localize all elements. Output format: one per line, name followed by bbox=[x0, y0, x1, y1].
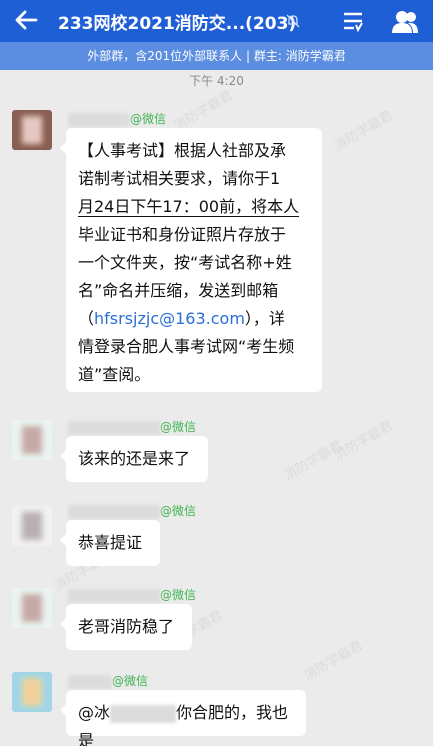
avatar[interactable] bbox=[12, 672, 52, 712]
mute-icon bbox=[286, 14, 300, 28]
message-line: 诺制考试相关要求，请你于1 bbox=[78, 169, 281, 188]
sender-name: @微信 bbox=[68, 586, 196, 603]
avatar[interactable] bbox=[12, 110, 52, 150]
message-line: 名”命名并压缩，发送到邮箱 bbox=[78, 281, 279, 300]
avatar[interactable] bbox=[12, 506, 52, 546]
menu-icon[interactable] bbox=[342, 10, 364, 32]
chat-title[interactable]: 233网校2021消防交...(203) bbox=[58, 9, 296, 34]
chat-header: 233网校2021消防交...(203) bbox=[0, 0, 433, 42]
message-bubble[interactable]: 该来的还是来了 bbox=[60, 436, 208, 482]
message-line: 情登录合肥人事考试网“考生频 bbox=[78, 337, 295, 356]
message-bubble[interactable]: 恭喜提证 bbox=[60, 520, 160, 566]
message-line: （hfsrsjzjc@163.com），详 bbox=[78, 309, 285, 328]
timestamp: 下午 4:20 bbox=[189, 74, 244, 88]
watermark: 消防学霸君 bbox=[331, 108, 396, 154]
sender-name: @微信 bbox=[68, 672, 148, 689]
message-bubble[interactable]: @冰 你合肥的，我也是 bbox=[60, 690, 306, 746]
message-line: 毕业证书和身份证照片存放于 bbox=[78, 225, 287, 244]
message-line: 一个文件夹，按“考试名称+姓 bbox=[78, 253, 292, 272]
message-line: 月24日下午17：00前，将本人 bbox=[78, 197, 300, 217]
avatar[interactable] bbox=[12, 420, 52, 460]
sender-name: @微信 bbox=[68, 502, 196, 519]
avatar[interactable] bbox=[12, 588, 52, 628]
watermark: 消防学霸君 bbox=[331, 418, 396, 464]
message-line: 【人事考试】根据人社部及承 bbox=[78, 141, 287, 160]
group-members-icon[interactable] bbox=[392, 9, 418, 33]
back-arrow-icon[interactable] bbox=[12, 6, 40, 34]
sender-name: @微信 bbox=[68, 418, 196, 435]
message-line: 道”查阅。 bbox=[78, 365, 151, 384]
email-link[interactable]: hfsrsjzjc@163.com bbox=[94, 309, 245, 328]
watermark: 消防学霸君 bbox=[171, 88, 236, 134]
message-bubble[interactable]: 【人事考试】根据人社部及承 诺制考试相关要求，请你于1 月24日下午17：00前… bbox=[60, 128, 322, 392]
group-info-bar[interactable]: 外部群，含201位外部联系人 | 群主: 消防学霸君 bbox=[0, 42, 433, 70]
sender-name: @微信 bbox=[68, 110, 166, 127]
message-bubble[interactable]: 老哥消防稳了 bbox=[60, 604, 192, 650]
watermark: 消防学霸君 bbox=[301, 638, 366, 684]
